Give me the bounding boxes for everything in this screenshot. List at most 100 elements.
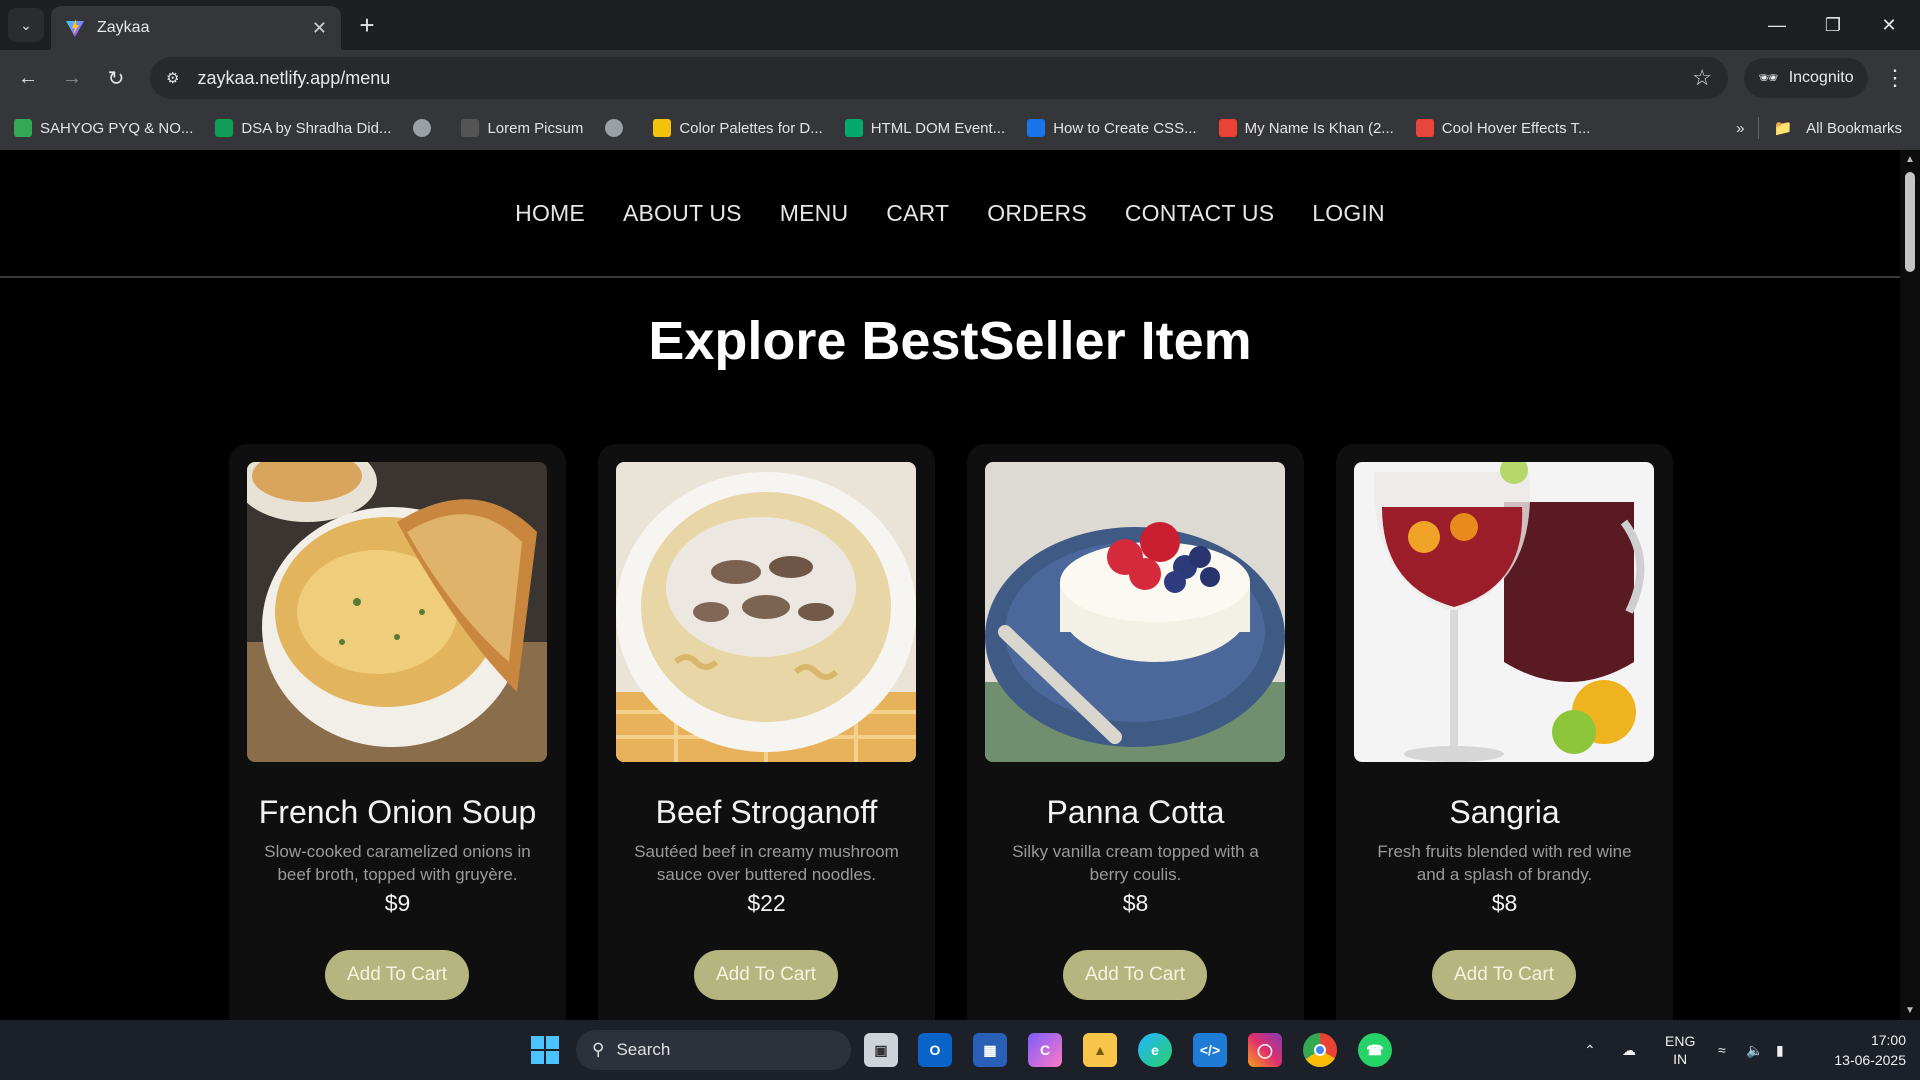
show-hidden-icons-icon[interactable]: ⌃ <box>1584 1020 1596 1080</box>
close-tab-icon[interactable]: ✕ <box>312 18 327 39</box>
menu-card: Panna Cotta Silky vanilla cream topped w… <box>967 444 1304 1020</box>
bookmark-item[interactable]: DSA by Shradha Did... <box>215 119 391 137</box>
task-view-icon[interactable]: ▣ <box>864 1033 898 1067</box>
add-to-cart-button[interactable]: Add To Cart <box>325 950 469 1000</box>
all-bookmarks-label[interactable]: All Bookmarks <box>1806 120 1902 137</box>
incognito-icon: 🕶 <box>1758 70 1779 87</box>
scrollbar-thumb[interactable] <box>1905 172 1915 272</box>
chrome-icon[interactable] <box>1303 1033 1337 1067</box>
bookmark-label: Color Palettes for D... <box>679 119 823 137</box>
taskbar-search-label: Search <box>616 1040 671 1059</box>
bookmarks-divider <box>1758 117 1760 139</box>
add-to-cart-button[interactable]: Add To Cart <box>1063 950 1207 1000</box>
nav-link-about-us[interactable]: ABOUT US <box>623 200 742 227</box>
menu-card-list: French Onion Soup Slow-cooked caramelize… <box>229 444 1673 1020</box>
add-to-cart-button[interactable]: Add To Cart <box>1432 950 1576 1000</box>
nav-link-menu[interactable]: MENU <box>780 200 849 227</box>
scroll-up-icon[interactable]: ▲ <box>1905 154 1915 165</box>
item-name: Sangria <box>1449 794 1560 830</box>
item-price: $8 <box>1491 890 1518 916</box>
tab-search-button[interactable]: ⌄ <box>8 8 44 42</box>
page-title: Explore BestSeller Item <box>648 311 1252 371</box>
item-description: Fresh fruits blended with red wine and a… <box>1377 842 1632 884</box>
item-name: Panna Cotta <box>1046 794 1225 830</box>
add-to-cart-button[interactable]: Add To Cart <box>694 950 838 1000</box>
web-page: HOME ABOUT US MENU CART ORDERS CONTACT US LOGI… <box>0 150 1900 1020</box>
menu-card: French Onion Soup Slow-cooked caramelize… <box>229 444 566 1020</box>
battery-icon[interactable]: ▮ <box>1776 1020 1784 1080</box>
minimize-icon[interactable]: — <box>1752 8 1802 42</box>
whatsapp-icon[interactable]: ☎ <box>1358 1033 1392 1067</box>
bookmark-item[interactable] <box>413 119 439 137</box>
bookmark-item[interactable] <box>605 119 631 137</box>
palette-icon <box>653 119 672 137</box>
reload-icon[interactable]: ↻ <box>100 62 132 94</box>
more-menu-icon[interactable]: ⋮ <box>1880 60 1910 96</box>
bookmark-item[interactable]: How to Create CSS... <box>1027 119 1197 137</box>
bookmark-item[interactable]: HTML DOM Event... <box>844 119 1006 137</box>
bookmark-item[interactable]: My Name Is Khan (2... <box>1218 119 1394 137</box>
site-info-icon[interactable]: ⚙ <box>166 69 179 87</box>
vscode-icon[interactable]: </> <box>1193 1033 1227 1067</box>
bookmark-item[interactable]: Color Palettes for D... <box>653 119 823 137</box>
bookmark-item[interactable]: SAHYOG PYQ & NO... <box>14 119 193 137</box>
windows-taskbar: ⚲ Search ▣ O ▦ C ▲ e </> ◯ ☎ ⌃ ☁ ENG IN … <box>0 1020 1920 1080</box>
item-price: $9 <box>384 890 411 916</box>
language-indicator[interactable]: ENG IN <box>1665 1020 1695 1080</box>
item-description: Sautéed beef in creamy mushroom sauce ov… <box>634 842 899 884</box>
outlook-icon[interactable]: O <box>918 1033 952 1067</box>
scroll-down-icon[interactable]: ▼ <box>1905 1005 1915 1016</box>
nav-link-cart[interactable]: CART <box>886 200 949 227</box>
incognito-badge[interactable]: 🕶 Incognito <box>1744 58 1868 98</box>
language-code: ENG <box>1665 1033 1696 1049</box>
nav-link-orders[interactable]: ORDERS <box>987 200 1087 227</box>
globe-icon <box>413 119 432 137</box>
french-onion-soup-image <box>247 462 547 762</box>
site-navbar: HOME ABOUT US MENU CART ORDERS CONTACT US LOGI… <box>0 150 1900 278</box>
volume-icon[interactable]: 🔈 <box>1746 1020 1763 1080</box>
url-text: zaykaa.netlify.app/menu <box>197 67 391 88</box>
forward-icon[interactable]: → <box>56 62 88 94</box>
sangria-image <box>1354 462 1654 762</box>
page-scrollbar[interactable]: ▲ ▼ <box>1900 150 1920 1020</box>
beef-stroganoff-image <box>616 462 916 762</box>
more-bookmarks-icon[interactable]: » <box>1736 120 1744 137</box>
bookmark-label: SAHYOG PYQ & NO... <box>40 119 194 137</box>
bookmark-label: How to Create CSS... <box>1053 119 1197 137</box>
file-explorer-icon[interactable]: ▲ <box>1083 1033 1117 1067</box>
copilot-icon[interactable]: C <box>1028 1033 1062 1067</box>
bookmark-label: HTML DOM Event... <box>870 119 1006 137</box>
asterisk-icon <box>1415 119 1434 137</box>
bookmark-label: Cool Hover Effects T... <box>1441 119 1591 137</box>
bookmark-star-icon[interactable]: ☆ <box>1692 65 1712 91</box>
close-window-icon[interactable]: ✕ <box>1864 8 1914 42</box>
microsoft-store-icon[interactable]: ▦ <box>973 1033 1007 1067</box>
google-icon <box>1218 119 1237 137</box>
back-icon[interactable]: ← <box>12 62 44 94</box>
browser-tab-zaykaa[interactable]: Zaykaa ✕ <box>51 6 341 50</box>
address-bar[interactable]: ⚙ zaykaa.netlify.app/menu ☆ <box>150 57 1728 99</box>
panna-cotta-image <box>985 462 1285 762</box>
windows-start-icon[interactable] <box>528 1033 562 1067</box>
search-icon: ⚲ <box>592 1040 605 1059</box>
chevron-down-icon: ⌄ <box>20 16 32 33</box>
bookmark-item[interactable]: Lorem Picsum <box>461 119 583 137</box>
nav-link-home[interactable]: HOME <box>515 200 585 227</box>
nav-link-contact-us[interactable]: CONTACT US <box>1125 200 1274 227</box>
instagram-icon[interactable]: ◯ <box>1248 1033 1282 1067</box>
bookmark-item[interactable]: Cool Hover Effects T... <box>1415 119 1591 137</box>
restore-icon[interactable]: ❐ <box>1808 8 1858 42</box>
wifi-icon[interactable]: ≈ <box>1718 1020 1726 1080</box>
vite-logo-icon <box>66 19 84 37</box>
drive-icon <box>14 119 32 137</box>
taskbar-search[interactable]: ⚲ Search <box>576 1030 851 1070</box>
bookmark-label: Lorem Picsum <box>487 119 584 137</box>
onedrive-icon[interactable]: ☁ <box>1622 1020 1636 1080</box>
new-tab-button[interactable]: + <box>352 10 382 40</box>
nav-link-login[interactable]: LOGIN <box>1312 200 1385 227</box>
browser-tab-bar: ⌄ Zaykaa ✕ + — ❐ ✕ <box>0 0 1920 50</box>
menu-card: Sangria Fresh fruits blended with red wi… <box>1336 444 1673 1020</box>
edge-icon[interactable]: e <box>1138 1033 1172 1067</box>
at-icon <box>1027 119 1046 137</box>
system-clock[interactable]: 17:00 13-06-2025 <box>1806 1030 1906 1070</box>
